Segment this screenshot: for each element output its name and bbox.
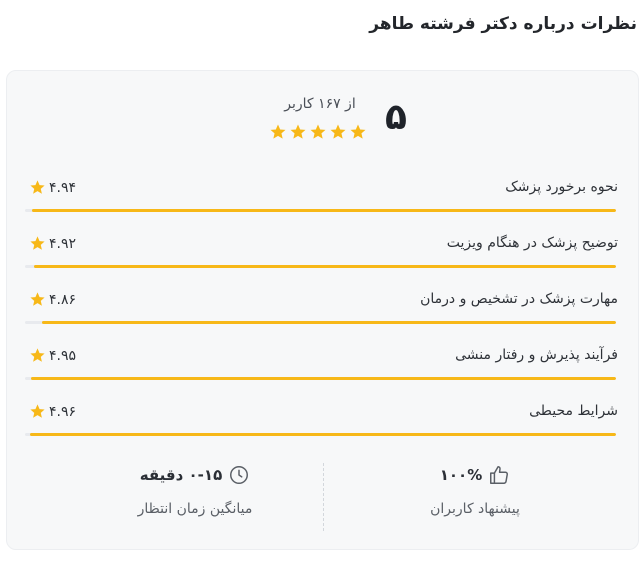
star-icon [30,348,45,362]
stats-row: ۱۰۰% پیشنهاد کاربران ۰-۱۵ دقیقه میانگین … [7,463,638,533]
metric-progress-track [25,321,616,324]
metric-label: نحوه برخورد پزشک [505,179,618,195]
star-icon [350,124,366,139]
wait-time-value: ۰-۱۵ دقیقه [139,466,223,484]
metric-progress-track [25,265,616,268]
metric-label: فرآیند پذیرش و رفتار منشی [455,347,618,363]
wait-time-label: میانگین زمان انتظار [137,501,253,517]
metric-value: ۴.۹۵ [49,347,77,364]
star-icon [310,124,326,139]
star-icon [270,124,286,139]
metric-row: مهارت پزشک در تشخیص و درمان ۴.۸۶ [7,279,638,335]
overall-score: ۵ [385,97,407,138]
star-icon [30,236,45,250]
reviewer-count: از ۱۶۷ کاربر [284,96,356,112]
reviews-card: ۵ از ۱۶۷ کاربر نحوه برخورد پزشک ۴.۹۴ توض… [6,70,639,550]
metric-row: توضیح پزشک در هنگام ویزیت ۴.۹۲ [7,223,638,279]
metric-value: ۴.۸۶ [49,291,77,308]
recommendation-value: ۱۰۰% [439,466,483,484]
recommendation-stat-top: ۱۰۰% [355,463,595,487]
metric-progress-fill [34,265,616,268]
metric-row: نحوه برخورد پزشک ۴.۹۴ [7,167,638,223]
metric-row: فرآیند پذیرش و رفتار منشی ۴.۹۵ [7,335,638,391]
metric-score: ۴.۹۲ [29,235,76,252]
clock-icon [230,466,249,484]
page-title: نظرات درباره دکتر فرشته طاهر [369,14,637,34]
thumbs-up-icon [490,466,509,484]
metric-score: ۴.۹۶ [29,403,76,420]
metric-score: ۴.۸۶ [29,291,76,308]
metric-label: شرایط محیطی [529,403,618,419]
star-icon [330,124,346,139]
metric-progress-track [25,433,616,436]
metric-progress-fill [32,209,616,212]
stats-divider [323,463,324,531]
metric-progress-track [25,377,616,380]
star-icon [30,292,45,306]
metric-progress-fill [30,377,616,380]
metric-label: توضیح پزشک در هنگام ویزیت [446,235,618,251]
metric-row: شرایط محیطی ۴.۹۶ [7,391,638,447]
metric-value: ۴.۹۲ [49,235,77,252]
metric-label: مهارت پزشک در تشخیص و درمان [420,291,618,307]
wait-time-stat: ۰-۱۵ دقیقه میانگین زمان انتظار [75,463,315,517]
overall-stars [269,123,367,141]
metric-value: ۴.۹۶ [49,403,77,420]
metric-progress-fill [29,433,616,436]
metric-list: نحوه برخورد پزشک ۴.۹۴ توضیح پزشک در هنگا… [7,167,638,447]
star-icon [30,180,45,194]
rating-summary: ۵ از ۱۶۷ کاربر [7,71,638,161]
wait-time-stat-top: ۰-۱۵ دقیقه [75,463,315,487]
metric-progress-track [25,209,616,212]
metric-progress-fill [41,321,616,324]
star-icon [290,124,306,139]
recommendation-stat: ۱۰۰% پیشنهاد کاربران [355,463,595,517]
metric-score: ۴.۹۵ [29,347,76,364]
metric-score: ۴.۹۴ [29,179,76,196]
star-icon [30,404,45,418]
metric-value: ۴.۹۴ [49,179,77,196]
recommendation-label: پیشنهاد کاربران [430,501,520,517]
